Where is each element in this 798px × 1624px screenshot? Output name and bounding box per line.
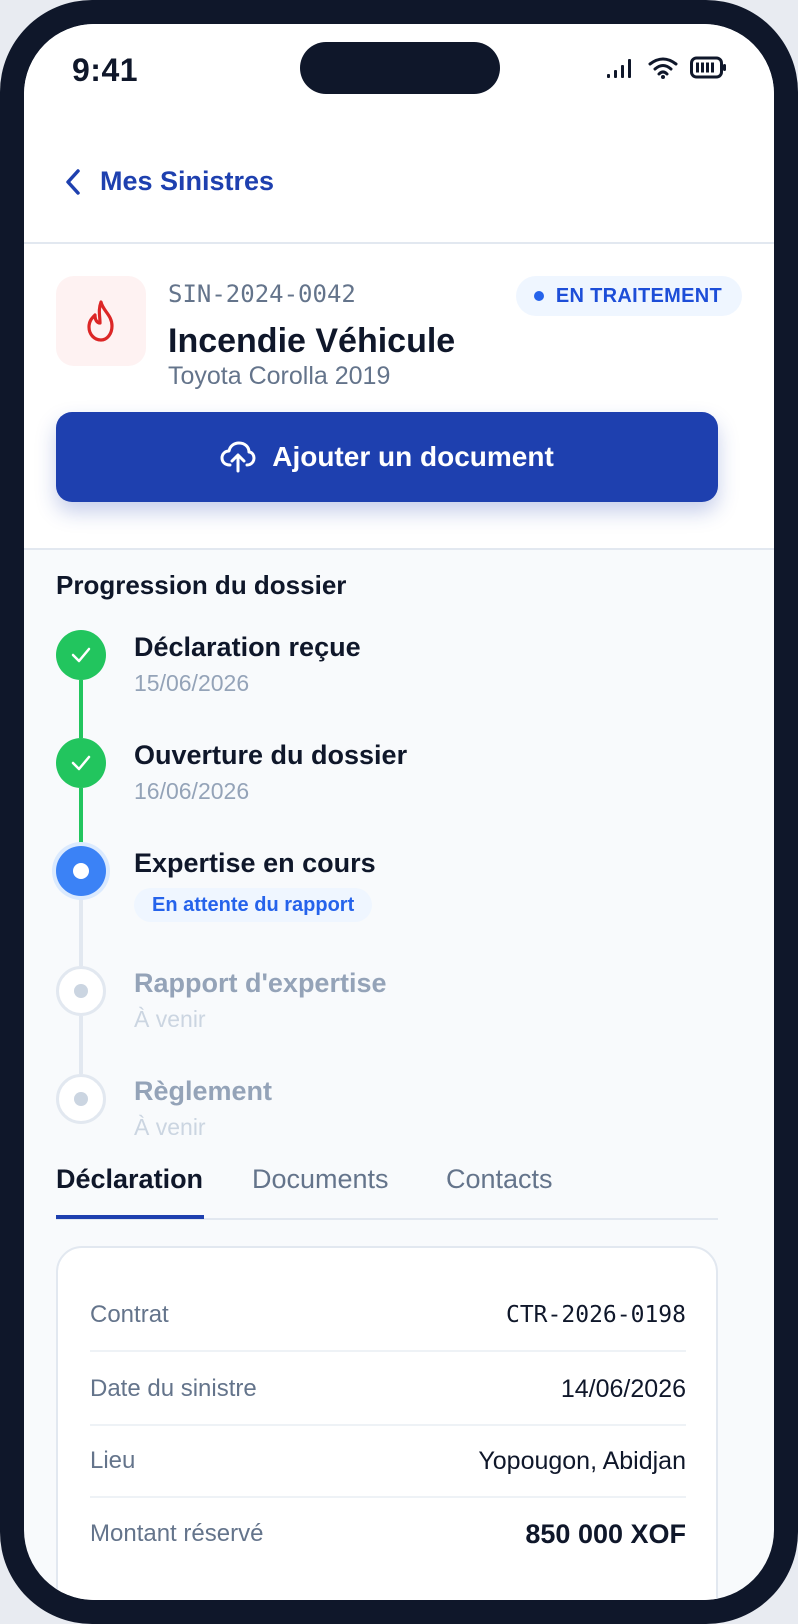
step-title: Expertise en cours xyxy=(134,848,376,878)
tab-declaration[interactable]: Déclaration xyxy=(56,1164,203,1220)
battery-icon xyxy=(690,56,726,79)
step-date: À venir xyxy=(134,1006,206,1032)
progress-timeline: Déclaration reçue 15/06/2026 Ouverture d… xyxy=(56,630,742,1150)
timeline-connector xyxy=(79,1016,83,1074)
step-date: À venir xyxy=(134,1114,206,1140)
detail-value: 850 000 XOF xyxy=(525,1518,686,1549)
flame-icon xyxy=(87,300,114,342)
active-tab-indicator xyxy=(56,1215,204,1219)
tab-contacts[interactable]: Contacts xyxy=(446,1164,553,1220)
timeline-connector xyxy=(79,896,83,966)
detail-row-amount: Montant réservé 850 000 XOF xyxy=(90,1498,686,1570)
add-document-label: Ajouter un document xyxy=(272,441,554,472)
step-date: 15/06/2026 xyxy=(134,670,250,696)
cellular-signal-icon xyxy=(607,59,631,78)
tab-documents[interactable]: Documents xyxy=(252,1164,389,1220)
claim-icon-container xyxy=(56,276,146,366)
detail-value: Yopougon, Abidjan xyxy=(478,1446,686,1475)
step-current-node xyxy=(56,846,106,896)
detail-row-contract: Contrat CTR-2026-0198 xyxy=(90,1280,686,1352)
status-label: EN TRAITEMENT xyxy=(555,284,722,307)
declaration-details-card: Contrat CTR-2026-0198 Date du sinistre 1… xyxy=(56,1246,718,1600)
claim-title: Incendie Véhicule xyxy=(168,322,456,360)
status-icons xyxy=(606,56,728,80)
detail-row-location: Lieu Yopougon, Abidjan xyxy=(90,1426,686,1498)
step-current-dot xyxy=(73,863,89,879)
claim-reference: SIN-2024-0042 xyxy=(168,280,356,308)
step-pending-dot xyxy=(74,1092,88,1106)
phone-frame: 9:41 Mes Sinistres SIN-2024-0042 Incendi… xyxy=(0,0,798,1624)
wifi-icon xyxy=(648,57,678,79)
claim-vehicle: Toyota Corolla 2019 xyxy=(168,362,391,390)
detail-label: Lieu xyxy=(90,1447,136,1474)
chevron-left-icon xyxy=(66,168,80,195)
detail-value: CTR-2026-0198 xyxy=(505,1302,686,1328)
check-icon xyxy=(71,755,91,771)
cloud-upload-icon xyxy=(220,441,256,473)
step-title: Ouverture du dossier xyxy=(134,740,408,770)
timeline-connector xyxy=(79,680,83,738)
back-button[interactable]: Mes Sinistres xyxy=(64,166,274,197)
step-done-node xyxy=(56,738,106,788)
nav-header: Mes Sinistres xyxy=(24,114,774,244)
detail-label: Contrat xyxy=(90,1301,169,1328)
timeline-connector xyxy=(79,788,83,846)
step-date: 16/06/2026 xyxy=(134,778,250,804)
detail-row-date: Date du sinistre 14/06/2026 xyxy=(90,1354,686,1426)
progress-section-title: Progression du dossier xyxy=(56,570,347,600)
step-done-node xyxy=(56,630,106,680)
step-status-chip: En attente du rapport xyxy=(134,888,373,922)
detail-value: 14/06/2026 xyxy=(560,1374,686,1403)
step-title: Règlement xyxy=(134,1076,273,1106)
add-document-button[interactable]: Ajouter un document xyxy=(56,412,718,502)
status-time: 9:41 xyxy=(72,52,139,88)
detail-label: Montant réservé xyxy=(90,1520,264,1547)
back-label: Mes Sinistres xyxy=(100,166,275,196)
status-dot xyxy=(533,291,544,301)
step-pending-node xyxy=(56,966,106,1016)
detail-tabs: Déclaration Documents Contacts xyxy=(56,1164,718,1220)
step-pending-dot xyxy=(74,984,88,998)
claim-header: SIN-2024-0042 Incendie Véhicule Toyota C… xyxy=(24,244,774,550)
app-screen: 9:41 Mes Sinistres SIN-2024-0042 Incendi… xyxy=(24,24,774,1600)
step-pending-node xyxy=(56,1074,106,1124)
step-title: Rapport d'expertise xyxy=(134,968,387,998)
status-bar: 9:41 xyxy=(24,24,774,114)
check-icon xyxy=(71,647,91,663)
dynamic-island xyxy=(300,42,500,94)
detail-label: Date du sinistre xyxy=(90,1375,257,1402)
status-badge: EN TRAITEMENT xyxy=(515,276,742,316)
step-title: Déclaration reçue xyxy=(134,632,361,662)
